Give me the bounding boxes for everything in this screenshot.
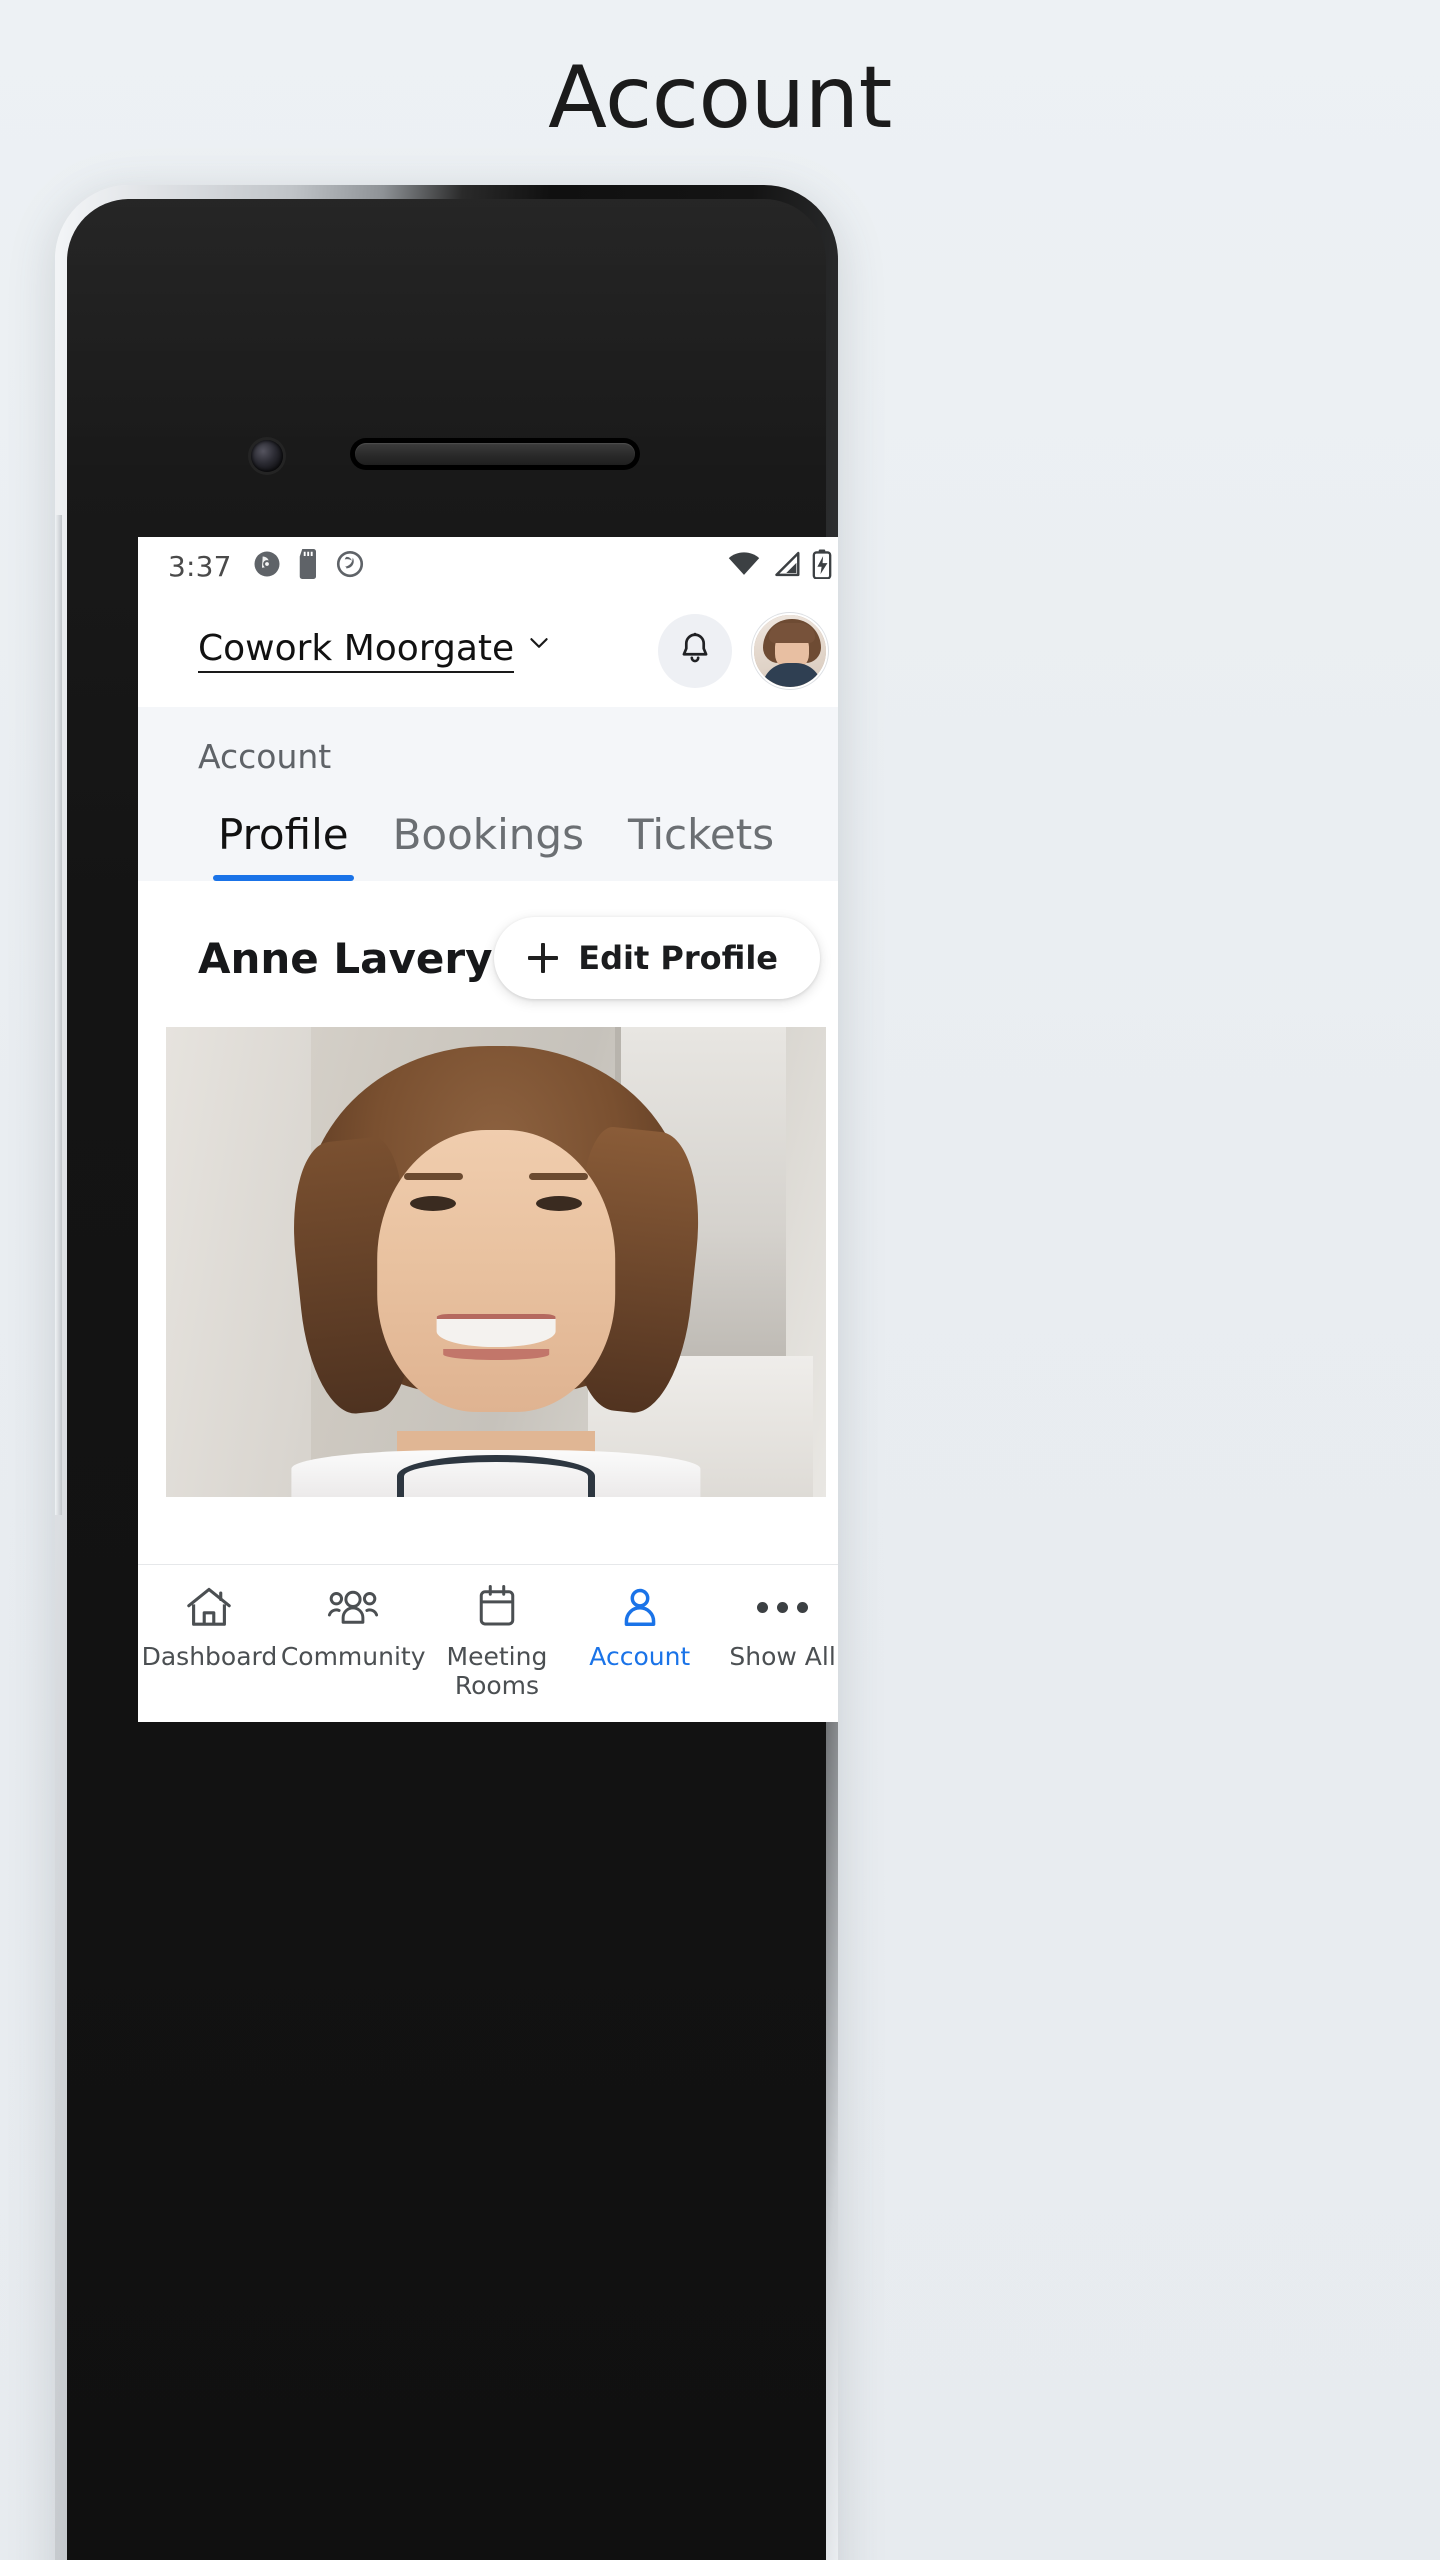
photo-eyebrow-left [403,1172,463,1181]
bottom-navigation: Dashboard Community Meeting Rooms Accoun… [138,1564,838,1722]
status-time: 3:37 [168,549,232,583]
page-root: Account 3:37 Cowork Moorgate Account Pro… [0,0,1440,2560]
phone-left-edge [55,515,62,1515]
cellular-signal-icon [771,551,801,582]
profile-photo-container [138,1027,838,1497]
status-system-icons [728,549,832,584]
tab-bar: Profile Bookings Tickets [138,776,838,881]
photo-mouth [436,1313,556,1347]
chevron-down-icon [526,630,548,652]
nav-item-account[interactable]: Account [568,1583,711,1672]
ellipsis-dot [777,1601,789,1613]
photo-eyebrow-right [529,1172,589,1181]
tab-tickets[interactable]: Tickets [606,810,796,881]
nav-label-show-all: Show All [729,1642,836,1671]
org-selector[interactable]: Cowork Moorgate [198,629,548,673]
phone-mockup: 3:37 Cowork Moorgate Account Profile Boo… [55,185,838,2560]
battery-charging-icon [812,549,832,584]
notifications-button[interactable] [658,614,732,688]
status-notification-icons [252,548,365,584]
person-icon [617,1583,663,1631]
do-not-disturb-icon [335,549,365,584]
section-label: Account [198,737,332,776]
front-camera-icon [251,440,283,472]
nav-item-dashboard[interactable]: Dashboard [138,1583,281,1672]
people-icon [327,1583,379,1631]
page-title: Account [548,48,892,148]
nav-label-meeting-rooms: Meeting Rooms [446,1642,548,1700]
edit-profile-label: Edit Profile [578,939,778,977]
ellipsis-icon [757,1583,809,1631]
notification-app-icon [252,549,282,584]
account-section-header: Account Profile Bookings Tickets [138,707,838,881]
nav-item-show-all[interactable]: Show All [711,1583,838,1672]
avatar[interactable] [752,613,828,689]
org-name-label: Cowork Moorgate [198,629,515,673]
photo-collar [397,1454,595,1497]
tab-bookings[interactable]: Bookings [371,810,606,881]
edit-profile-button[interactable]: Edit Profile [494,917,820,999]
nav-label-dashboard: Dashboard [141,1642,278,1671]
profile-name: Anne Lavery [198,933,493,983]
sd-card-icon [296,548,321,584]
nav-item-meeting-rooms[interactable]: Meeting Rooms [426,1583,569,1701]
tab-profile[interactable]: Profile [196,810,371,881]
app-header: Cowork Moorgate [138,595,838,707]
profile-header-row: Anne Lavery Edit Profile [138,881,838,1027]
ellipsis-dots [757,1583,809,1631]
photo-curtain [166,1027,312,1497]
status-bar: 3:37 [138,537,838,595]
avatar-fringe [769,623,815,643]
plus-icon [528,943,559,973]
wifi-icon [728,551,760,582]
nav-item-community[interactable]: Community [281,1583,426,1672]
profile-photo[interactable] [166,1027,826,1497]
phone-screen: 3:37 Cowork Moorgate Account Profile Boo… [138,537,838,1722]
calendar-icon [475,1583,519,1631]
nav-label-account: Account [589,1642,691,1671]
earpiece-speaker [355,443,635,465]
nav-label-community: Community [280,1642,426,1671]
home-icon [185,1583,233,1631]
ellipsis-dot [757,1601,769,1613]
bell-icon [676,630,714,673]
ellipsis-dot [797,1601,809,1613]
